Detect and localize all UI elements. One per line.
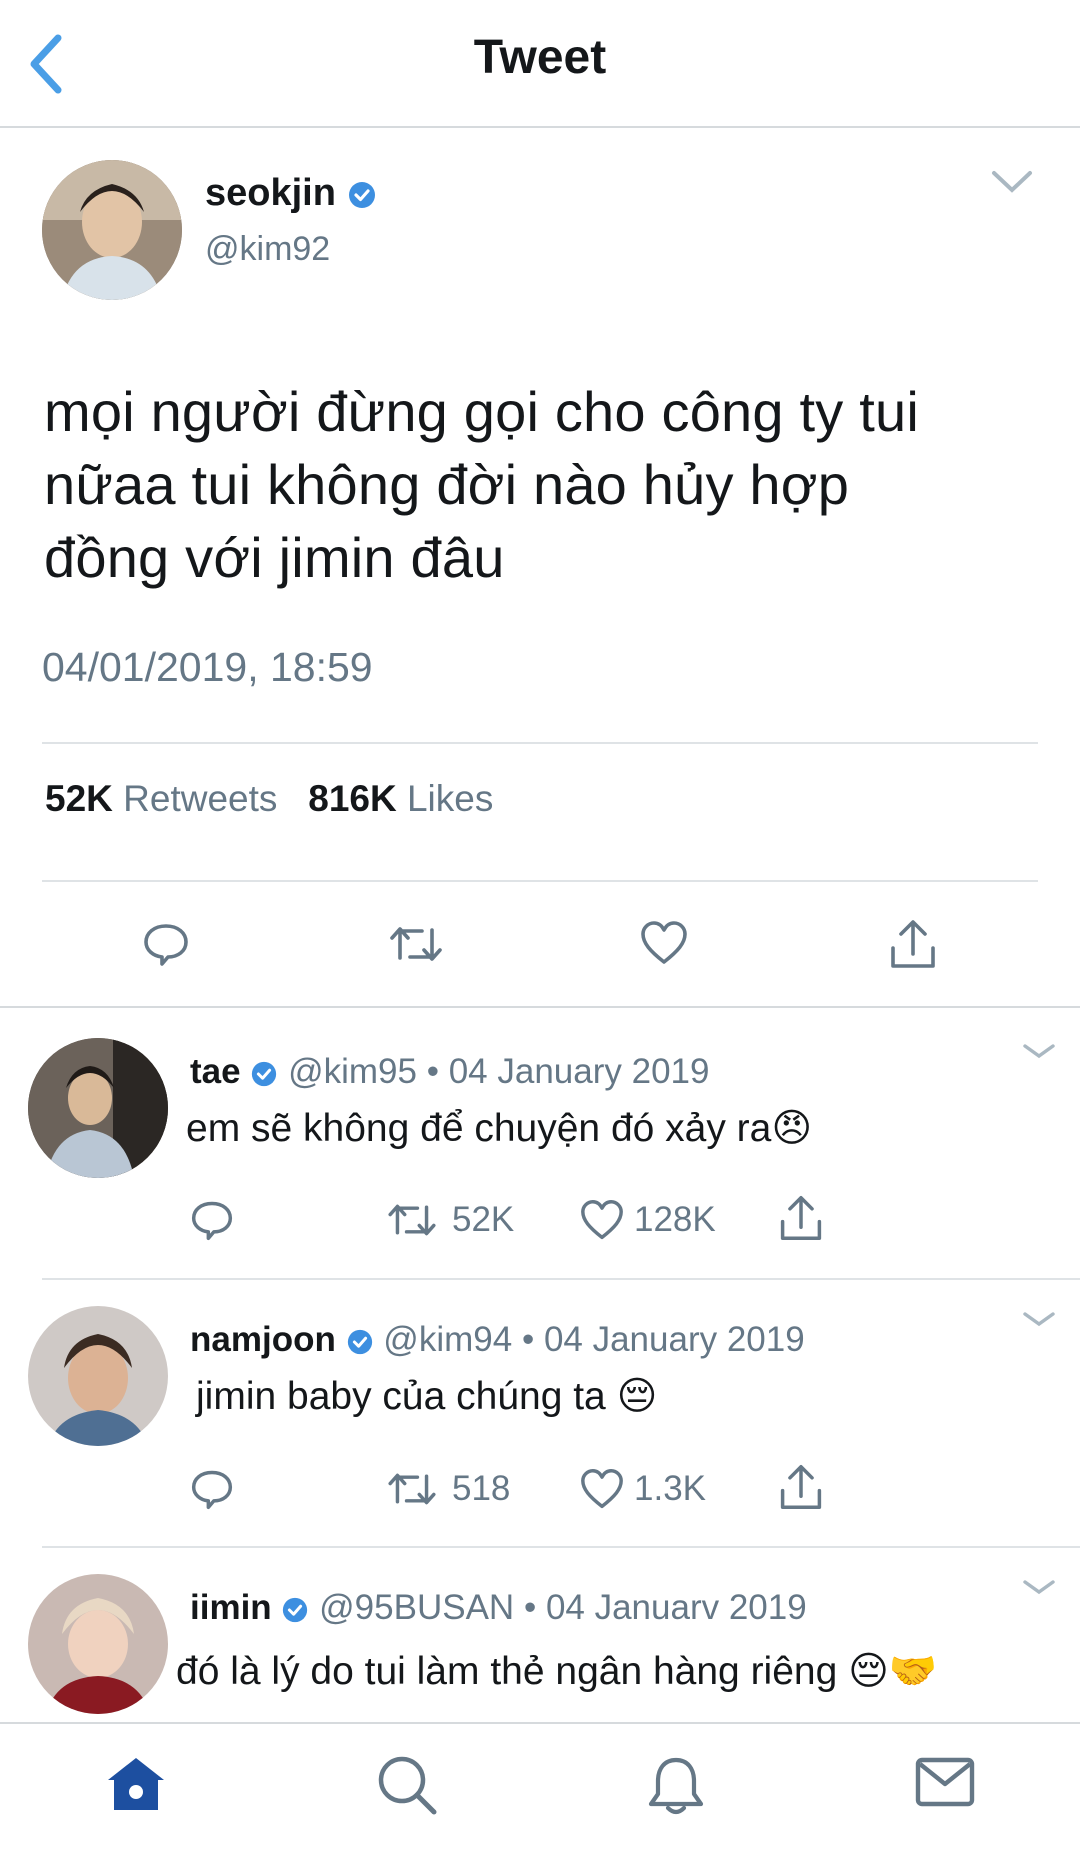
retweet-icon[interactable]: [386, 1200, 438, 1245]
tweet-text: mọi người đừng gọi cho công ty tui nữaa …: [44, 375, 1034, 594]
messages-icon[interactable]: [914, 1754, 976, 1815]
likes-stat[interactable]: 816K Likes: [308, 778, 493, 819]
separator-dot: •: [521, 1320, 535, 1359]
retweets-count: 52K: [45, 778, 113, 819]
like-icon[interactable]: [640, 920, 688, 971]
reply-author-name[interactable]: iimin: [190, 1588, 272, 1627]
like-icon[interactable]: [580, 1468, 624, 1515]
likes-label: Likes: [406, 778, 494, 819]
reply-text: đó là lý do tui làm thẻ ngân hàng riêng …: [176, 1650, 938, 1693]
reply-date: 04 January 2019: [448, 1052, 710, 1091]
share-icon[interactable]: [888, 918, 938, 975]
avatar[interactable]: [28, 1306, 168, 1446]
verified-badge-icon: [348, 181, 375, 208]
divider: [42, 742, 1038, 744]
reply-text: jimin baby của chúng ta 😔: [196, 1375, 658, 1418]
avatar[interactable]: [42, 160, 182, 300]
share-icon[interactable]: [778, 1463, 824, 1516]
author-handle[interactable]: @kim92: [205, 230, 330, 269]
chevron-down-icon[interactable]: [1022, 1578, 1056, 1603]
reply-icon[interactable]: [190, 1198, 234, 1247]
separator-dot: •: [426, 1052, 439, 1091]
verified-badge-icon: [252, 1061, 277, 1086]
search-icon[interactable]: [376, 1754, 438, 1821]
divider: [0, 1006, 1080, 1008]
like-count: 1.3K: [634, 1469, 706, 1508]
retweets-label: Retweets: [123, 778, 278, 819]
reply-icon[interactable]: [142, 920, 190, 973]
retweet-count: 518: [452, 1469, 511, 1508]
divider: [42, 1278, 1080, 1280]
reply-author-handle[interactable]: @95BUSAN: [319, 1588, 514, 1627]
divider: [42, 1546, 1080, 1548]
reply-header: namjoon @kim94 • 04 January 2019: [190, 1320, 805, 1360]
chevron-down-icon[interactable]: [1022, 1042, 1056, 1067]
reply-header: iimin @95BUSAN • 04 Januarv 2019: [190, 1588, 807, 1628]
reply-date: 04 Januarv 2019: [545, 1588, 807, 1627]
avatar[interactable]: [28, 1574, 168, 1714]
reply-author-handle[interactable]: @kim95: [288, 1052, 417, 1091]
share-icon[interactable]: [778, 1194, 824, 1247]
retweets-stat[interactable]: 52K Retweets: [45, 778, 277, 819]
page-title: Tweet: [473, 31, 607, 84]
reply-author-name[interactable]: tae: [190, 1052, 241, 1091]
like-count: 128K: [634, 1200, 716, 1239]
home-icon[interactable]: [104, 1754, 168, 1819]
retweet-icon[interactable]: [388, 922, 444, 971]
reply-icon[interactable]: [190, 1467, 234, 1516]
chevron-down-icon[interactable]: [990, 168, 1034, 201]
verified-badge-icon: [283, 1597, 308, 1622]
divider: [42, 880, 1038, 882]
reply-header: tae @kim95 • 04 January 2019: [190, 1052, 709, 1092]
chevron-down-icon[interactable]: [1022, 1310, 1056, 1335]
tweet-text-line: mọi người đừng gọi cho công ty tui: [44, 380, 919, 443]
author-name[interactable]: seokjin: [205, 172, 377, 215]
notifications-icon[interactable]: [646, 1754, 706, 1823]
tweet-timestamp: 04/01/2019, 18:59: [42, 644, 373, 690]
like-icon[interactable]: [580, 1199, 624, 1246]
tweet-text-line: đồng với jimin đâu: [44, 526, 505, 589]
likes-count: 816K: [308, 778, 397, 819]
tab-bar: [0, 1722, 1080, 1865]
reply-date: 04 January 2019: [543, 1320, 805, 1359]
verified-badge-icon: [347, 1329, 372, 1354]
reply-author-name[interactable]: namjoon: [190, 1320, 336, 1359]
separator-dot: •: [523, 1588, 537, 1627]
header-bar: Tweet: [0, 0, 1080, 128]
reply-text: em sẽ không để chuyện đó xảy ra😠: [186, 1107, 813, 1150]
author-name-text: seokjin: [205, 172, 336, 214]
reply-author-handle[interactable]: @kim94: [383, 1320, 512, 1359]
retweet-count: 52K: [452, 1200, 515, 1239]
tweet-stats: 52K Retweets 816K Likes: [45, 778, 493, 820]
tweet-text-line: nữaa tui không đời nào hủy hợp: [44, 453, 850, 516]
avatar[interactable]: [28, 1038, 168, 1178]
retweet-icon[interactable]: [386, 1469, 438, 1514]
